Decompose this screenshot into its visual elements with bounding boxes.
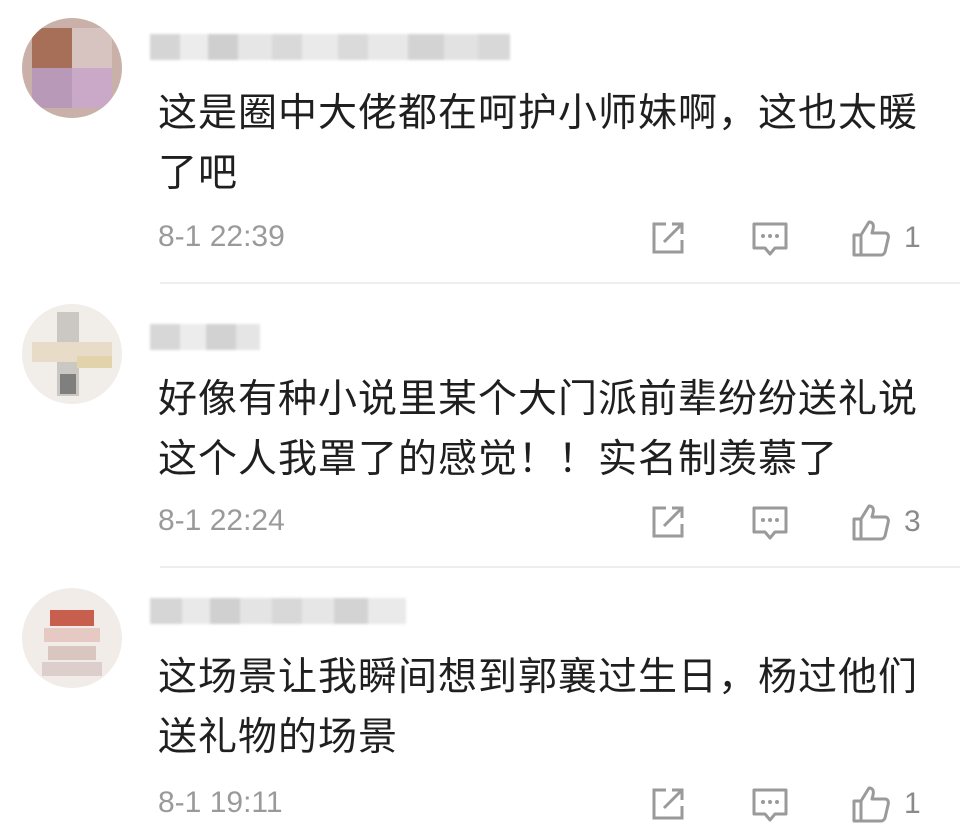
like-count: 1 [904,221,921,254]
share-icon [652,788,684,820]
comment-item: 这场景让我瞬间想到郭襄过生日，杨过他们 送礼物的场景 8-1 19:11 1 [0,568,960,839]
avatar[interactable] [22,18,122,118]
reply-button[interactable] [750,218,790,258]
username-blurred[interactable] [150,324,260,350]
share-icon [652,222,684,254]
username-blurred[interactable] [150,598,406,624]
avatar[interactable] [22,304,122,404]
share-icon [652,506,684,538]
avatar[interactable] [22,588,122,688]
comment-text: 这场景让我瞬间想到郭襄过生日，杨过他们 送礼物的场景 [158,655,919,760]
timestamp: 8-1 22:39 [158,220,285,253]
like-count: 3 [904,505,921,538]
thumbs-up-icon [852,786,890,823]
comment-item: 好像有种小说里某个大门派前辈纷纷送礼说 这个人我罩了的感觉！！实名制羡慕了 8-… [0,284,960,566]
comment-meta: 8-1 22:39 1 [158,218,960,258]
comment-meta: 8-1 22:24 3 [158,502,960,542]
timestamp: 8-1 22:24 [158,504,285,537]
comment-text: 好像有种小说里某个大门派前辈纷纷送礼说 这个人我罩了的感觉！！实名制羡慕了 [158,377,919,482]
comment-meta: 8-1 19:11 1 [158,784,960,824]
thumbs-up-icon [852,220,890,257]
comment-icon [752,788,788,822]
comment-icon [752,506,788,540]
like-button[interactable]: 3 [850,502,921,542]
share-button[interactable] [648,784,688,824]
like-button[interactable]: 1 [850,784,921,824]
comment-text: 这是圈中大佬都在呵护小师妹啊，这也太暖 了吧 [158,91,919,196]
comment-icon [752,222,788,256]
thumbs-up-icon [852,504,890,541]
timestamp: 8-1 19:11 [158,786,283,819]
share-button[interactable] [648,218,688,258]
share-button[interactable] [648,502,688,542]
comment-item: 这是圈中大佬都在呵护小师妹啊，这也太暖 了吧 8-1 22:39 1 [0,0,960,283]
like-button[interactable]: 1 [850,218,921,258]
like-count: 1 [904,787,921,820]
reply-button[interactable] [750,502,790,542]
username-blurred[interactable] [150,34,510,60]
reply-button[interactable] [750,784,790,824]
